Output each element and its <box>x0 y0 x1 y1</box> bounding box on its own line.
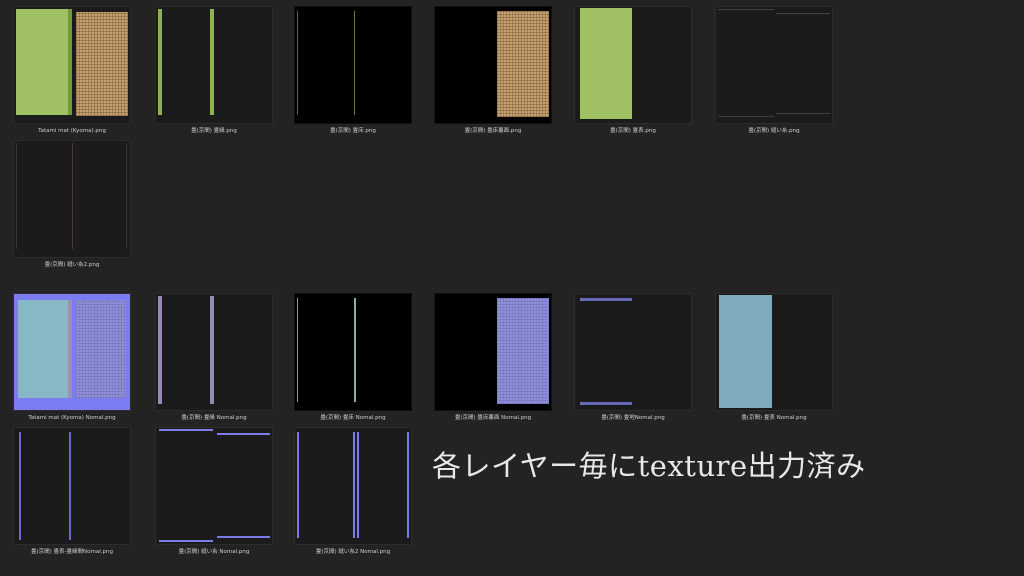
tatami-base-back-normal-preview <box>434 293 552 411</box>
tatami-edge-preview <box>155 6 273 124</box>
file-name: 畳(京間) 畳表.png <box>610 128 656 134</box>
file-name: 畳(京間) 畳表-畳縁間Nomal.png <box>31 549 113 555</box>
tatami-surface-preview <box>574 6 692 124</box>
tatami-base-preview <box>294 6 412 124</box>
file-tile[interactable]: 畳(京間) 畳地Nomal.png <box>574 293 692 422</box>
file-name: 畳(京間) 縫い糸 Nomal.png <box>178 549 250 555</box>
file-name: 畳(京間) 縫い糸.png <box>748 128 800 134</box>
file-tile[interactable]: 畳(京間) 縫い糸2.png <box>13 140 131 269</box>
tatami-edge-normal-preview <box>155 293 273 411</box>
file-tile[interactable]: 畳(京間) 畳床 Nomal.png <box>294 293 412 422</box>
tatami-surface-edge-gap-normal-preview <box>13 427 131 545</box>
file-name: 畳(京間) 畳床.png <box>330 128 376 134</box>
file-name: Tatami mat (Kyoma) Nomal.png <box>28 415 116 421</box>
tatami-texture-preview <box>13 6 131 124</box>
file-tile[interactable]: 畳(京間) 畳表.png <box>574 6 692 135</box>
file-tile[interactable]: 畳(京間) 縫い糸.png <box>715 6 833 135</box>
tatami-normal-preview <box>13 293 131 411</box>
stitch-thread-preview <box>715 6 833 124</box>
file-name: 畳(京間) 畳床裏面 Nomal.png <box>454 415 532 421</box>
stitch-thread-2-preview <box>13 140 131 258</box>
file-tile[interactable]: 畳(京間) 畳床.png <box>294 6 412 135</box>
file-tile[interactable]: 畳(京間) 畳床裏面 Nomal.png <box>434 293 552 422</box>
file-tile[interactable]: 畳(京間) 畳縁 Nomal.png <box>155 293 273 422</box>
file-name: 畳(京間) 畳地Nomal.png <box>601 415 665 421</box>
file-tile[interactable]: 畳(京間) 畳表-畳縁間Nomal.png <box>13 427 131 556</box>
file-name: 畳(京間) 縫い糸2 Nomal.png <box>315 549 391 555</box>
tatami-ground-normal-preview <box>574 293 692 411</box>
file-tile[interactable]: Tatami mat (Kyoma).png <box>13 6 131 135</box>
stitch-thread-normal-preview <box>155 427 273 545</box>
file-name: 畳(京間) 畳縁 Nomal.png <box>181 415 247 421</box>
file-name: 畳(京間) 畳表 Nomal.png <box>741 415 807 421</box>
file-name: 畳(京間) 縫い糸2.png <box>44 262 100 268</box>
file-name: 畳(京間) 畳床裏面.png <box>464 128 522 134</box>
file-name: 畳(京間) 畳床 Nomal.png <box>320 415 386 421</box>
file-tile[interactable]: 畳(京間) 縫い糸2 Nomal.png <box>294 427 412 556</box>
file-name: Tatami mat (Kyoma).png <box>38 128 106 134</box>
overlay-caption: 各レイヤー毎にtexture出力済み <box>432 449 866 483</box>
file-name: 畳(京間) 畳縁.png <box>191 128 237 134</box>
stitch-thread-2-normal-preview <box>294 427 412 545</box>
file-tile[interactable]: 畳(京間) 畳床裏面.png <box>434 6 552 135</box>
file-tile[interactable]: 畳(京間) 縫い糸 Nomal.png <box>155 427 273 556</box>
file-tile[interactable]: Tatami mat (Kyoma) Nomal.png <box>13 293 131 422</box>
file-tile[interactable]: 畳(京間) 畳表 Nomal.png <box>715 293 833 422</box>
tatami-surface-normal-preview <box>715 293 833 411</box>
file-tile[interactable]: 畳(京間) 畳縁.png <box>155 6 273 135</box>
tatami-base-back-preview <box>434 6 552 124</box>
tatami-base-normal-preview <box>294 293 412 411</box>
